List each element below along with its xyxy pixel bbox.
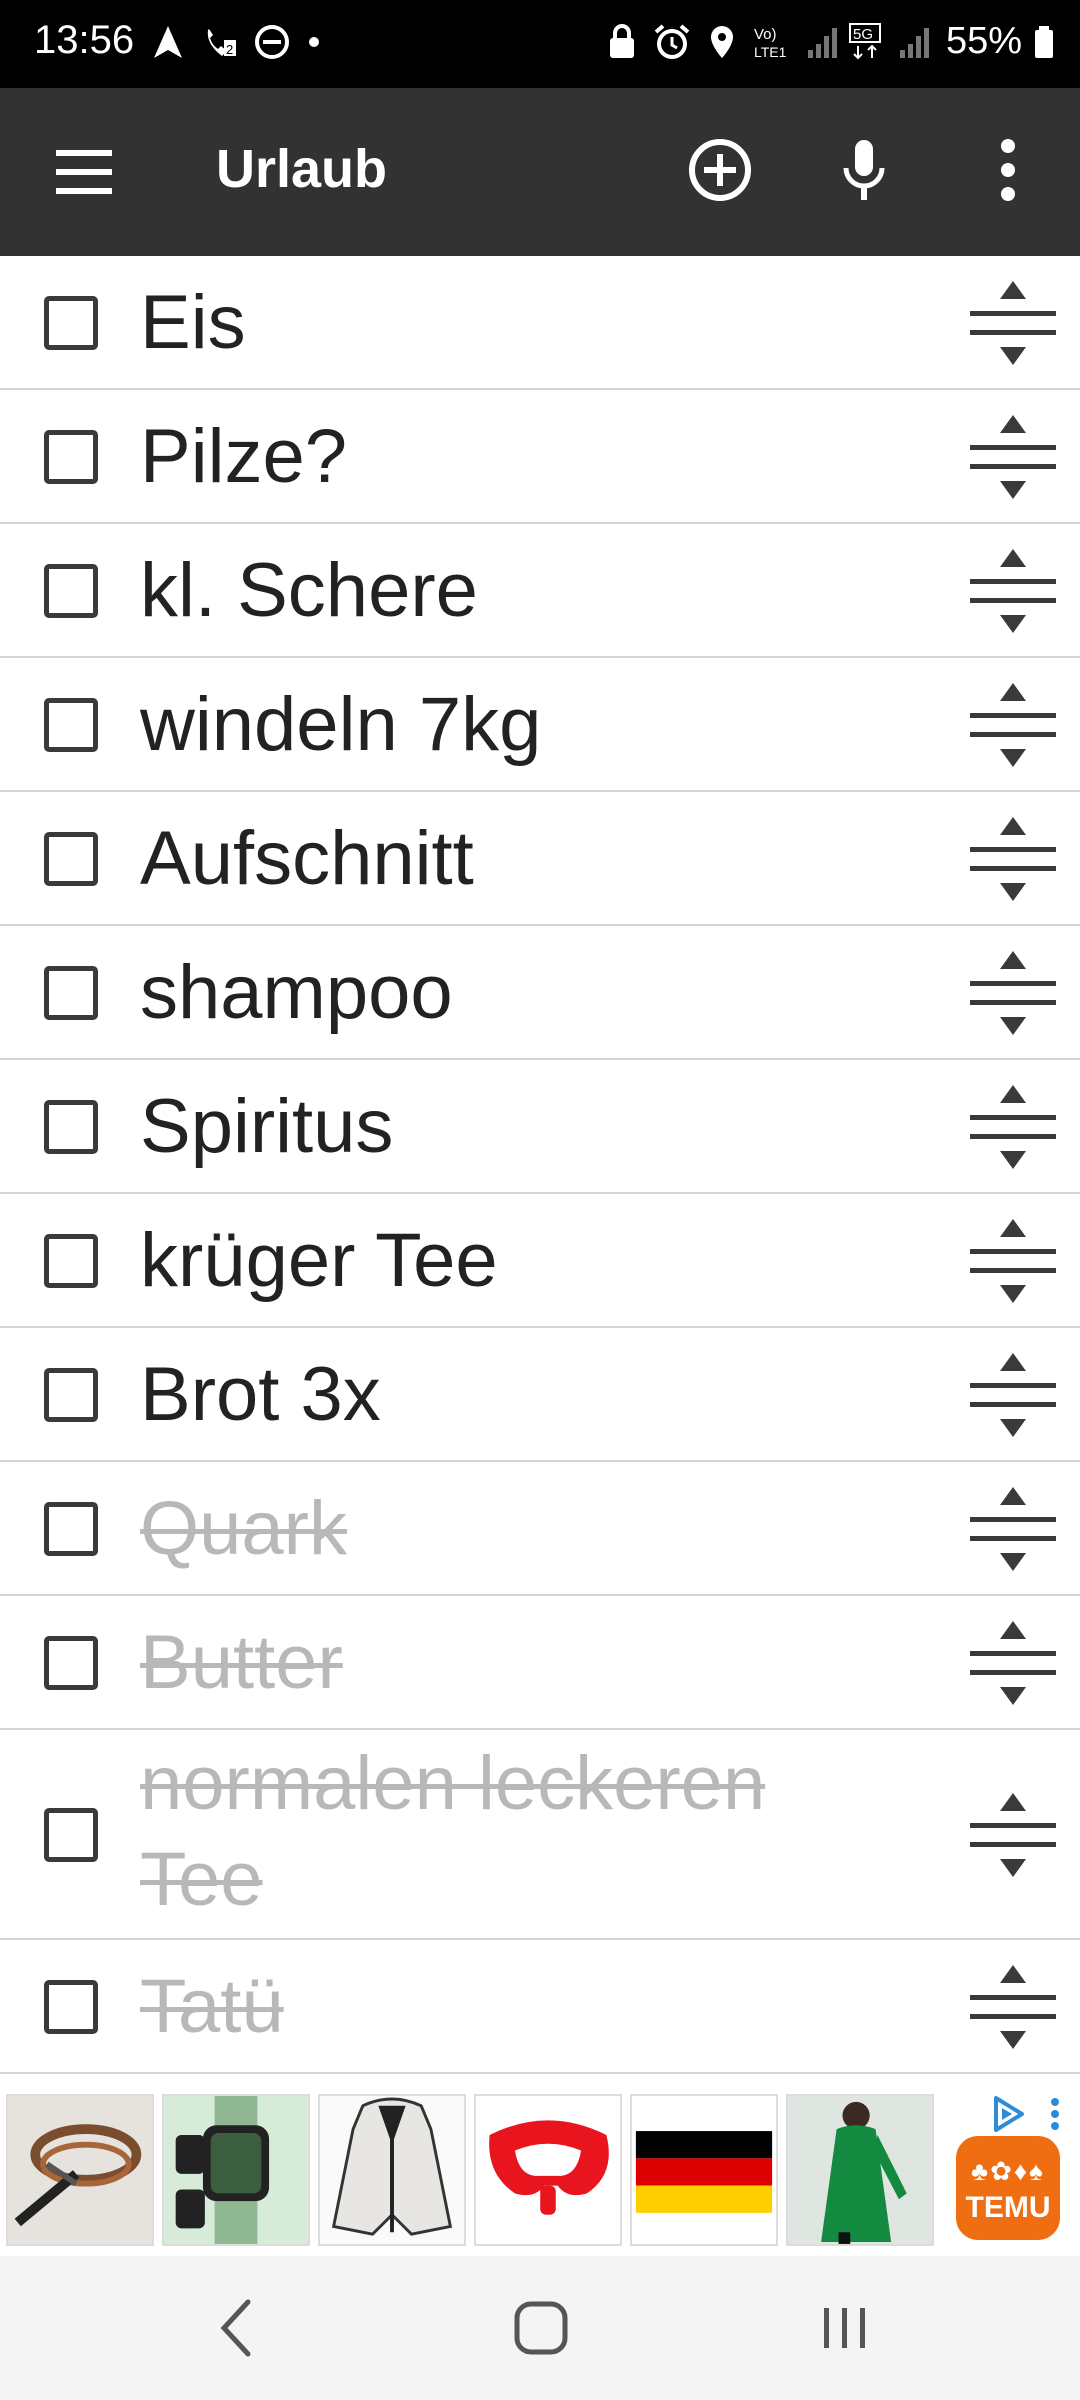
list-item[interactable]: kl. Schere <box>0 524 1080 658</box>
battery-percent: 55% <box>945 20 1022 62</box>
call-forward-icon: 2 <box>207 29 236 57</box>
reorder-handle-icon[interactable] <box>968 677 1058 773</box>
list-item[interactable]: Butter <box>0 1596 1080 1730</box>
list-item[interactable]: Spiritus <box>0 1060 1080 1194</box>
shopping-list: Eis Pilze? kl. Schere windeln 7kg Aufschnitt… <box>0 256 1080 2074</box>
recents-icon[interactable] <box>800 2286 890 2370</box>
list-item[interactable]: windeln 7kg <box>0 658 1080 792</box>
item-checkbox[interactable] <box>44 966 98 1020</box>
reorder-handle-icon[interactable] <box>968 1213 1058 1309</box>
list-item[interactable]: Tatü <box>0 1940 1080 2074</box>
item-checkbox[interactable] <box>44 564 98 618</box>
alarm-icon <box>654 23 690 59</box>
page-title: Urlaub <box>216 139 388 199</box>
ad-jacket-product[interactable] <box>318 2094 466 2246</box>
list-item[interactable]: normalen leckeren Tee <box>0 1730 1080 1940</box>
ad-banner[interactable]: ♣✿♦♠ TEMU <box>0 2088 1080 2256</box>
reorder-handle-icon[interactable] <box>968 1347 1058 1443</box>
svg-text:2: 2 <box>226 42 233 57</box>
reorder-handle-icon[interactable] <box>968 1787 1058 1883</box>
reorder-handle-icon[interactable] <box>968 1959 1058 2055</box>
ad-brand-glyphs: ♣✿♦♠ <box>971 2156 1045 2186</box>
svg-text:Vo): Vo) <box>754 26 777 43</box>
svg-text:LTE1: LTE1 <box>754 44 787 60</box>
reorder-handle-icon[interactable] <box>968 1079 1058 1175</box>
reorder-handle-icon[interactable] <box>968 811 1058 907</box>
item-label: Aufschnitt <box>140 816 474 901</box>
item-label: Brot 3x <box>140 1352 381 1437</box>
back-icon[interactable] <box>194 2286 284 2370</box>
volte-icon: Vo)LTE1 <box>754 26 787 60</box>
ad-choices-icon[interactable] <box>990 2094 1026 2134</box>
status-bar: 13:56 2 Vo) LTE1 5G 55% <box>0 0 1080 88</box>
list-item[interactable]: krüger Tee <box>0 1194 1080 1328</box>
svg-text:5G: 5G <box>853 26 873 43</box>
battery-icon <box>1035 25 1053 58</box>
item-checkbox[interactable] <box>44 1808 98 1862</box>
item-checkbox[interactable] <box>44 1234 98 1288</box>
item-label: Pilze? <box>140 414 347 499</box>
5g-icon: 5G <box>848 22 881 59</box>
item-checkbox[interactable] <box>44 698 98 752</box>
ad-brand-logo[interactable]: ♣✿♦♠ TEMU <box>956 2136 1060 2240</box>
home-icon[interactable] <box>496 2286 586 2370</box>
item-checkbox[interactable] <box>44 1368 98 1422</box>
item-label: Butter <box>140 1620 343 1705</box>
ad-more-icon[interactable] <box>1040 2094 1070 2134</box>
microphone-icon[interactable] <box>824 130 904 210</box>
item-label: Eis <box>140 280 246 365</box>
reorder-handle-icon[interactable] <box>968 543 1058 639</box>
reorder-handle-icon[interactable] <box>968 409 1058 505</box>
item-checkbox[interactable] <box>44 1100 98 1154</box>
ad-smartwatch-product[interactable] <box>162 2094 310 2246</box>
lock-icon <box>609 23 634 58</box>
dot-icon <box>309 37 319 47</box>
system-nav-bar <box>0 2256 1080 2400</box>
item-label: krüger Tee <box>140 1218 498 1303</box>
add-circle-icon[interactable] <box>680 130 760 210</box>
item-checkbox[interactable] <box>44 430 98 484</box>
navigation-icon <box>154 26 182 58</box>
list-item[interactable]: shampoo <box>0 926 1080 1060</box>
item-checkbox[interactable] <box>44 1980 98 2034</box>
item-label: shampoo <box>140 950 453 1035</box>
ad-german-flag-product[interactable] <box>630 2094 778 2246</box>
more-vert-icon[interactable] <box>968 130 1048 210</box>
ad-green-dress-product[interactable] <box>786 2094 934 2246</box>
list-item[interactable]: Aufschnitt <box>0 792 1080 926</box>
item-checkbox[interactable] <box>44 296 98 350</box>
menu-icon[interactable] <box>48 144 120 200</box>
list-item[interactable]: Brot 3x <box>0 1328 1080 1462</box>
signal-icon <box>899 27 929 58</box>
do-not-disturb-icon <box>255 25 289 59</box>
item-checkbox[interactable] <box>44 1502 98 1556</box>
ad-tool-product[interactable] <box>6 2094 154 2246</box>
item-label: Quark <box>140 1486 347 1571</box>
list-item[interactable]: Pilze? <box>0 390 1080 524</box>
item-label: Tatü <box>140 1964 284 2049</box>
item-checkbox[interactable] <box>44 832 98 886</box>
list-item[interactable]: Quark <box>0 1462 1080 1596</box>
list-item[interactable]: Eis <box>0 256 1080 390</box>
reorder-handle-icon[interactable] <box>968 1481 1058 1577</box>
reorder-handle-icon[interactable] <box>968 275 1058 371</box>
ad-vr-face-cushion-product[interactable] <box>474 2094 622 2246</box>
reorder-handle-icon[interactable] <box>968 1615 1058 1711</box>
item-label: kl. Schere <box>140 548 478 633</box>
app-bar: Urlaub <box>0 88 1080 256</box>
item-label: Spiritus <box>140 1084 394 1169</box>
reorder-handle-icon[interactable] <box>968 945 1058 1041</box>
ad-brand-name: TEMU <box>965 2191 1051 2224</box>
item-label: windeln 7kg <box>140 682 542 767</box>
signal-icon <box>807 27 837 58</box>
item-label: normalen leckeren Tee <box>140 1741 766 1922</box>
location-icon <box>710 25 733 58</box>
status-time: 13:56 <box>34 18 135 62</box>
item-checkbox[interactable] <box>44 1636 98 1690</box>
